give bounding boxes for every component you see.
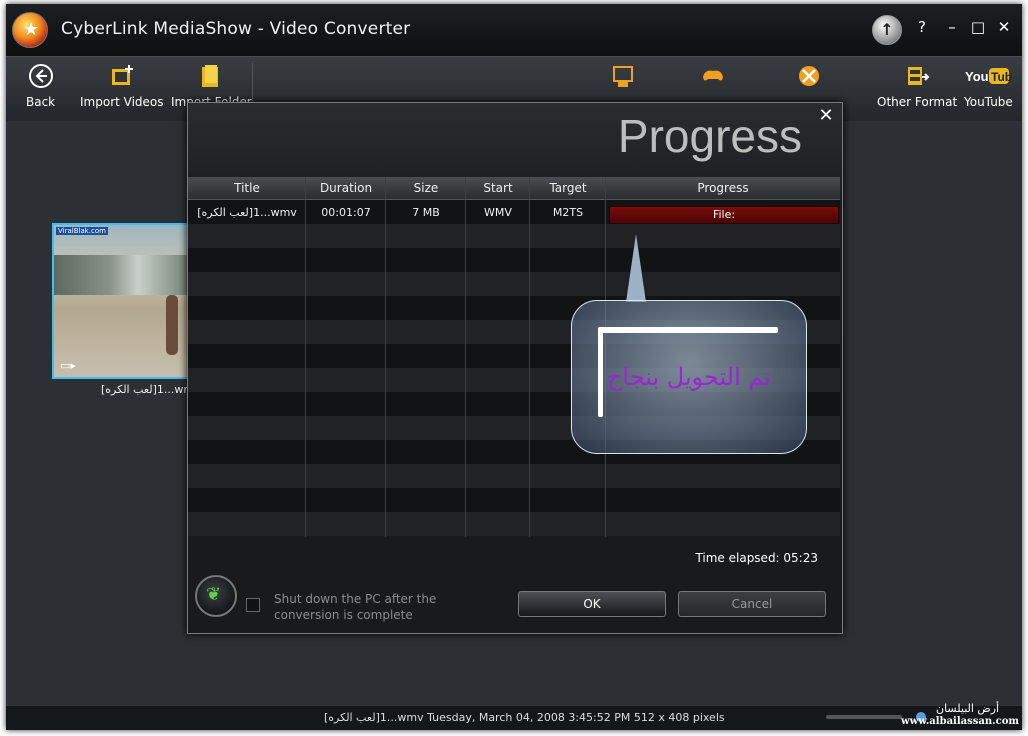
callout-text: تم التحويل بنجاح (606, 363, 772, 391)
watermark-arabic: أرض البيلسان (936, 702, 1000, 715)
thumbnail-caption: [لعب الكره]1...wmv (101, 383, 201, 396)
cell-start: WMV (484, 206, 512, 219)
shutdown-label: Shut down the PC after the conversion is… (274, 592, 437, 622)
youtube-button[interactable]: YouTube YouTube (964, 63, 1013, 109)
other-format-label: Other Format (877, 95, 958, 109)
window-title: CyberLink MediaShow - Video Converter (61, 19, 411, 39)
time-elapsed: Time elapsed: 05:23 (695, 551, 818, 565)
dialog-close-button[interactable]: ✕ (816, 105, 836, 126)
table-row (188, 224, 840, 248)
svg-text:Tube: Tube (991, 70, 1011, 84)
col-title[interactable]: Title (188, 181, 306, 195)
thumb-figure (166, 295, 178, 355)
watermark-url: www.albailassan.com (901, 716, 1019, 727)
callout-decor-bar (598, 327, 778, 333)
table-row (188, 464, 840, 488)
column-divider (529, 177, 530, 537)
column-divider (385, 177, 386, 537)
cell-duration: 00:01:07 (321, 206, 371, 219)
title-bar: ★ CyberLink MediaShow - Video Converter … (6, 4, 1022, 56)
upgrade-button[interactable]: ↑ (872, 15, 902, 45)
back-label: Back (26, 95, 56, 109)
conversion-progress-bar: File: (609, 206, 839, 224)
minimize-button[interactable]: – (942, 16, 962, 38)
eco-leaf-icon: ❦ (195, 575, 237, 617)
xbox-icon (799, 66, 819, 86)
other-format-button[interactable]: Other Format (877, 63, 957, 109)
film-convert-icon (908, 67, 930, 85)
callout-pointer (626, 234, 646, 302)
portable-devices-button[interactable] (610, 63, 636, 95)
thumb-scene (54, 255, 190, 295)
gamepad-icon (703, 70, 723, 81)
youtube-label: YouTube (964, 95, 1013, 109)
cell-target: M2TS (552, 206, 584, 219)
status-bar: [لعب الكره]1...wmv Tuesday, March 04, 20… (6, 702, 1022, 730)
status-text: [لعب الكره]1...wmv Tuesday, March 04, 20… (324, 711, 725, 724)
col-duration[interactable]: Duration (306, 181, 386, 195)
column-divider (465, 177, 466, 537)
table-header: Title Duration Size Start Target Progres… (188, 177, 840, 200)
cancel-button[interactable]: Cancel (678, 591, 826, 617)
maximize-button[interactable]: □ (968, 16, 988, 38)
help-button[interactable]: ? (912, 16, 932, 38)
import-videos-label: Import Videos (80, 95, 164, 109)
success-callout: تم التحويل بنجاح (571, 300, 807, 454)
shutdown-checkbox[interactable] (246, 598, 260, 612)
back-button[interactable]: Back (26, 63, 55, 109)
import-video-icon (111, 65, 133, 85)
dialog-title: Progress (617, 110, 802, 162)
table-row (188, 248, 840, 272)
app-window: ★ CyberLink MediaShow - Video Converter … (6, 4, 1022, 730)
video-thumbnail[interactable]: ViralBlak.com ▭▸ (52, 223, 192, 379)
cell-size: 7 MB (412, 206, 440, 219)
col-start[interactable]: Start (466, 181, 530, 195)
star-icon: ★ (23, 19, 40, 40)
col-progress[interactable]: Progress (606, 181, 840, 195)
table-row (188, 512, 840, 536)
game-devices-button[interactable] (700, 63, 726, 95)
leaf-icon: ❦ (206, 584, 222, 605)
video-camera-icon: ▭▸ (60, 359, 76, 372)
col-size[interactable]: Size (386, 181, 466, 195)
table-row (188, 488, 840, 512)
xbox-devices-button[interactable] (796, 63, 822, 95)
col-target[interactable]: Target (530, 181, 606, 195)
back-arrow-icon (28, 64, 53, 88)
thumb-watermark: ViralBlak.com (56, 227, 108, 235)
cell-title: [لعب الكره]1...wmv (197, 206, 297, 219)
column-divider (305, 177, 306, 537)
app-logo: ★ (12, 12, 48, 48)
portable-device-icon (613, 66, 633, 87)
youtube-logo-icon: YouTube (965, 68, 1011, 84)
close-button[interactable]: ✕ (994, 16, 1014, 38)
folder-icon (202, 65, 219, 87)
ok-button[interactable]: OK (518, 591, 666, 617)
arrow-up-icon: ↑ (880, 20, 894, 39)
import-videos-button[interactable]: Import Videos (80, 63, 164, 109)
zoom-slider[interactable] (826, 715, 902, 719)
svg-text:You: You (965, 69, 989, 84)
table-row (188, 272, 840, 296)
